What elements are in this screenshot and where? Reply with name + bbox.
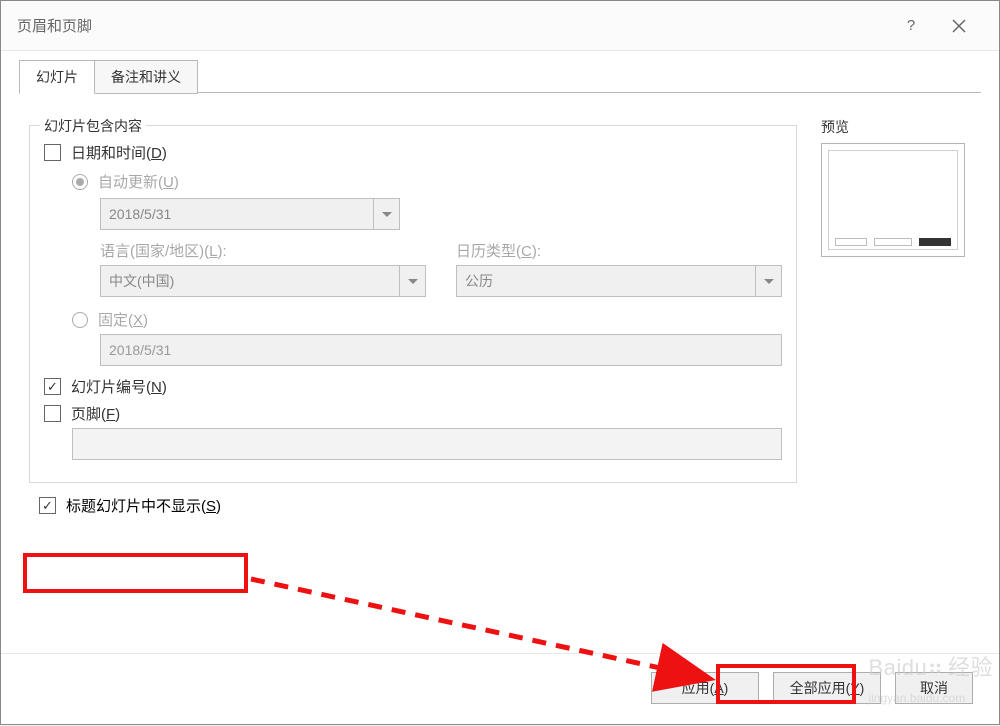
row-slidenum: 幻灯片编号(N)	[44, 376, 782, 397]
row-auto-update: 自动更新(U)	[44, 171, 782, 192]
header-footer-dialog: 页眉和页脚 ? 幻灯片 备注和讲义 幻灯片包含内容	[0, 0, 1000, 725]
close-icon	[952, 19, 966, 33]
label-hide-on-title: 标题幻灯片中不显示(S)	[66, 495, 221, 516]
preview-label: 预览	[821, 117, 971, 137]
label-fixed: 固定(X)	[98, 309, 148, 330]
row-lang-cal: 语言(国家/地区)(L): 中文(中国) 日历类型(C):	[100, 240, 782, 297]
checkbox-footer[interactable]	[44, 405, 61, 422]
apply-all-button[interactable]: 全部应用(Y)	[773, 672, 881, 704]
apply-button[interactable]: 应用(A)	[651, 672, 759, 704]
label-auto-update: 自动更新(U)	[98, 171, 179, 192]
row-footer: 页脚(F)	[44, 403, 782, 424]
close-button[interactable]	[935, 2, 983, 50]
radio-auto-update[interactable]	[72, 174, 88, 190]
textbox-fixed-date[interactable]: 2018/5/31	[100, 334, 782, 366]
col-language: 语言(国家/地区)(L): 中文(中国)	[100, 240, 426, 297]
fixed-date-value: 2018/5/31	[109, 342, 171, 358]
titlebar: 页眉和页脚 ?	[1, 1, 999, 51]
language-value: 中文(中国)	[109, 271, 174, 291]
row-datetime: 日期和时间(D)	[44, 142, 782, 163]
tab-notes-handouts[interactable]: 备注和讲义	[95, 60, 198, 94]
dialog-content: 幻灯片 备注和讲义 幻灯片包含内容 日期和时间(D)	[1, 51, 999, 653]
row-hide-on-title: 标题幻灯片中不显示(S)	[39, 495, 797, 516]
label-slide-number: 幻灯片编号(N)	[71, 376, 167, 397]
row-fixed: 固定(X)	[44, 309, 782, 330]
chevron-down-icon	[755, 266, 781, 296]
label-datetime: 日期和时间(D)	[71, 142, 167, 163]
dialog-footer: 应用(A) 全部应用(Y) 取消	[1, 653, 999, 724]
label-footer: 页脚(F)	[71, 403, 120, 424]
cancel-button[interactable]: 取消	[895, 672, 973, 704]
checkbox-slide-number[interactable]	[44, 378, 61, 395]
tab-body: 幻灯片包含内容 日期和时间(D) 自动更新(U)	[19, 93, 981, 653]
tab-slide[interactable]: 幻灯片	[19, 60, 95, 94]
preview-box	[821, 143, 965, 257]
row-fixed-textbox: 2018/5/31	[44, 334, 782, 366]
main-column: 幻灯片包含内容 日期和时间(D) 自动更新(U)	[29, 117, 797, 643]
help-button[interactable]: ?	[887, 2, 935, 50]
textbox-footer[interactable]	[72, 428, 782, 460]
date-format-value: 2018/5/31	[109, 206, 171, 222]
slide-content-group: 幻灯片包含内容 日期和时间(D) 自动更新(U)	[29, 125, 797, 483]
chevron-down-icon	[399, 266, 425, 296]
chevron-down-icon	[373, 199, 399, 229]
tab-strip: 幻灯片 备注和讲义	[19, 61, 981, 93]
dialog-title: 页眉和页脚	[17, 15, 887, 36]
group-legend: 幻灯片包含内容	[40, 116, 146, 136]
checkbox-hide-on-title[interactable]	[39, 497, 56, 514]
row-footer-textbox	[44, 428, 782, 460]
preview-slide	[828, 150, 958, 250]
preview-column: 预览	[821, 117, 971, 643]
preview-placeholder-left	[835, 238, 867, 246]
radio-fixed[interactable]	[72, 312, 88, 328]
combo-calendar[interactable]: 公历	[456, 265, 782, 297]
checkbox-datetime[interactable]	[44, 144, 61, 161]
combo-date-format[interactable]: 2018/5/31	[100, 198, 400, 230]
calendar-value: 公历	[465, 271, 493, 291]
label-language: 语言(国家/地区)(L):	[100, 240, 426, 261]
row-date-combo: 2018/5/31	[44, 198, 782, 230]
label-calendar: 日历类型(C):	[456, 240, 782, 261]
preview-placeholder-right	[919, 238, 951, 246]
col-calendar: 日历类型(C): 公历	[456, 240, 782, 297]
combo-language[interactable]: 中文(中国)	[100, 265, 426, 297]
preview-placeholder-center	[874, 238, 912, 246]
